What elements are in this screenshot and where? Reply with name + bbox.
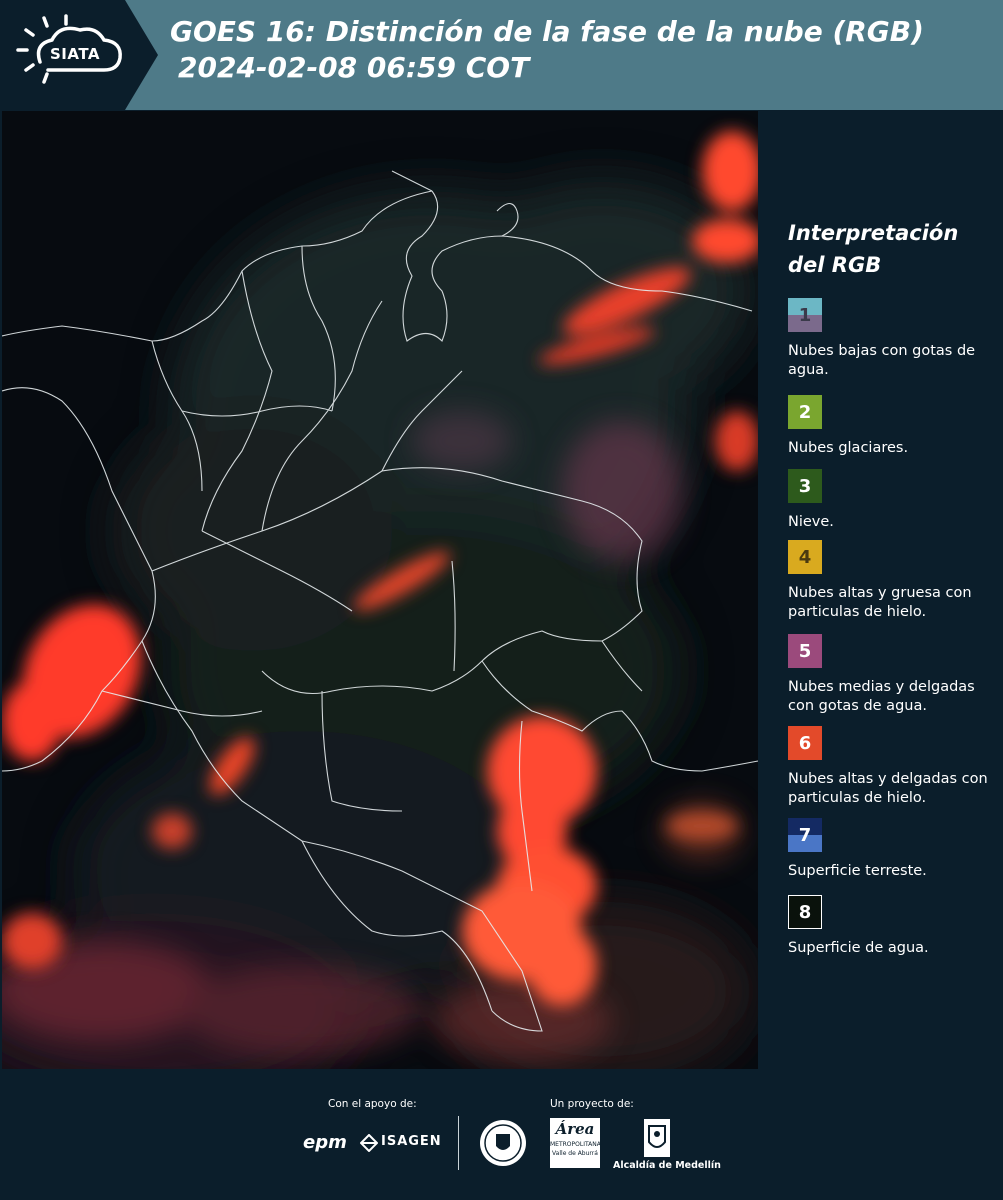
metro-logo-mid: METROPOLITANA <box>550 1141 601 1148</box>
isagen-icon <box>359 1133 379 1156</box>
area-metropolitana-logo: Área METROPOLITANA Valle de Aburrá <box>550 1118 601 1168</box>
siata-logo-text: SIATA <box>50 45 101 63</box>
legend-item-7: 7 Superficie terreste. <box>788 818 1002 881</box>
page-title: GOES 16: Distinción de la fase de la nub… <box>170 14 924 86</box>
satellite-map <box>2 111 758 1069</box>
legend-item-6: 6 Nubes altas y delgadas con particulas … <box>788 726 1002 808</box>
legend-item-2: 2 Nubes glaciares. <box>788 395 1002 458</box>
legend-swatch-7: 7 <box>788 818 822 852</box>
legend-swatch-1: 1 <box>788 298 822 332</box>
legend-swatch-5: 5 <box>788 634 822 668</box>
legend-item-4: 4 Nubes altas y gruesa con particulas de… <box>788 540 1002 622</box>
legend-label-4: Nubes altas y gruesa con particulas de h… <box>788 585 972 620</box>
legend-label-7: Superficie terreste. <box>788 863 927 879</box>
metro-logo-top: Área <box>555 1120 595 1138</box>
legend-number-7: 7 <box>798 824 812 846</box>
legend-item-8: 8 Superficie de agua. <box>788 895 1002 958</box>
legend-swatch-3: 3 <box>788 469 822 503</box>
legend-swatch-6: 6 <box>788 726 822 760</box>
legend-label-6: Nubes altas y delgadas con particulas de… <box>788 771 988 806</box>
legend-panel: Interpretación del RGB 1 Nubes bajas con… <box>760 111 1003 1069</box>
legend-label-8: Superficie de agua. <box>788 940 929 956</box>
legend-number-5: 5 <box>798 640 812 662</box>
title-line-2: 2024-02-08 06:59 COT <box>178 51 530 84</box>
legend-number-1: 1 <box>798 304 812 326</box>
footer-divider <box>458 1116 459 1170</box>
legend-number-2: 2 <box>798 401 812 423</box>
legend-label-1: Nubes bajas con gotas de agua. <box>788 343 976 378</box>
alcaldia-shield-icon <box>643 1118 671 1162</box>
legend-label-3: Nieve. <box>788 514 834 530</box>
legend-title: Interpretación del RGB <box>788 221 959 277</box>
legend-number-4: 4 <box>798 546 812 568</box>
project-label: Un proyecto de: <box>550 1098 634 1110</box>
legend-number-3: 3 <box>798 475 812 497</box>
university-seal-icon <box>478 1118 528 1172</box>
title-line-1: GOES 16: Distinción de la fase de la nub… <box>170 15 924 48</box>
legend-label-2: Nubes glaciares. <box>788 440 909 456</box>
legend-item-3: 3 Nieve. <box>788 469 1002 532</box>
legend-swatch-2: 2 <box>788 395 822 429</box>
isagen-logo: ISAGEN <box>381 1134 442 1149</box>
legend-item-1: 1 Nubes bajas con gotas de agua. <box>788 298 1002 380</box>
support-label: Con el apoyo de: <box>328 1098 417 1110</box>
header-bar: SIATA GOES 16: Distinción de la fase de … <box>0 0 1003 110</box>
siata-logo: SIATA <box>0 0 160 110</box>
epm-logo: epm <box>303 1132 347 1153</box>
legend-number-8: 8 <box>798 901 812 923</box>
legend-number-6: 6 <box>798 732 812 754</box>
footer: Con el apoyo de: Un proyecto de: epm ISA… <box>0 1070 1003 1200</box>
alcaldia-logo-text: Alcaldía de Medellín <box>613 1160 721 1171</box>
metro-logo-bottom: Valle de Aburrá <box>552 1150 598 1157</box>
legend-swatch-4: 4 <box>788 540 822 574</box>
legend-swatch-8: 8 <box>788 895 822 929</box>
legend-label-5: Nubes medias y delgadas con gotas de agu… <box>788 679 975 714</box>
legend-item-5: 5 Nubes medias y delgadas con gotas de a… <box>788 634 1002 716</box>
